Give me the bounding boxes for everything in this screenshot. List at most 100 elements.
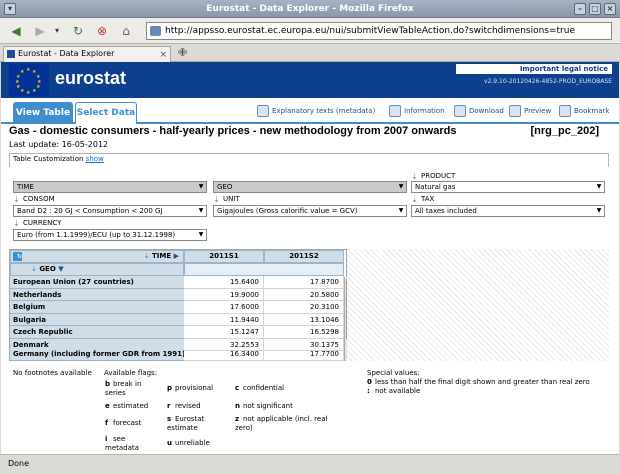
preview-button[interactable]: Preview bbox=[509, 104, 551, 118]
app-toolbar: View Table Select Data Explanatory texts… bbox=[1, 98, 619, 124]
time-axis-header[interactable]: ↻ ⇣ TIME ▶ bbox=[10, 250, 184, 263]
tax-label: ⇣ TAX bbox=[411, 195, 435, 204]
table-cell[interactable]: 17.6000 bbox=[184, 301, 264, 314]
page-content: ★ ★ ★ ★ ★ ★ ★ ★ ★ ★ ★ ★ eurostat Important leg… bbox=[1, 62, 619, 454]
close-tab-icon[interactable]: × bbox=[159, 48, 167, 62]
tab-select-data[interactable]: Select Data bbox=[75, 102, 137, 124]
flag-text: unreliable bbox=[175, 439, 210, 447]
expand-right-icon: ▶ bbox=[173, 252, 179, 260]
flags-title: Available flags: bbox=[104, 369, 158, 377]
tax-select[interactable]: All taxes included ▼ bbox=[411, 205, 605, 217]
flag-code: p bbox=[167, 384, 173, 392]
explanatory-texts-button[interactable]: Explanatory texts (metadata) bbox=[257, 104, 375, 118]
swap-axes-icon[interactable]: ↻ bbox=[13, 252, 22, 261]
chevron-down-icon: ▼ bbox=[58, 265, 64, 273]
flag-text: forecast bbox=[113, 419, 142, 427]
product-select[interactable]: Natural gas ▼ bbox=[411, 181, 605, 193]
flag-text: estimated bbox=[113, 402, 149, 410]
table-cell[interactable]: 16.5298 bbox=[264, 326, 344, 339]
currency-value: Euro (from 1.1.1999)/ECU (up to 31.12.19… bbox=[17, 231, 176, 239]
stop-icon[interactable]: ⊗ bbox=[92, 21, 112, 41]
unit-select[interactable]: Gigajoules (Gross calorific value = GCV)… bbox=[213, 205, 407, 217]
table-cell[interactable]: 19.9000 bbox=[184, 288, 264, 301]
maximize-icon[interactable]: □ bbox=[589, 3, 601, 15]
legal-notice-link[interactable]: Important legal notice bbox=[456, 64, 612, 74]
reload-icon[interactable]: ↻ bbox=[68, 21, 88, 41]
flag-e: e estimated bbox=[105, 402, 165, 411]
currency-select[interactable]: Euro (from 1.1.1999)/ECU (up to 31.12.19… bbox=[13, 229, 207, 241]
home-icon[interactable]: ⌂ bbox=[116, 21, 136, 41]
table-cell[interactable]: 20.5800 bbox=[264, 288, 344, 301]
dimension-arrow-icon: ⇣ bbox=[213, 195, 220, 204]
new-tab-icon[interactable]: ✙ bbox=[178, 46, 187, 59]
eu-flag-icon: ★ ★ ★ ★ ★ ★ ★ ★ ★ ★ ★ ★ bbox=[9, 64, 49, 96]
flag-p: p provisional bbox=[167, 384, 233, 393]
download-button[interactable]: Download bbox=[454, 104, 504, 118]
flag-r: r revised bbox=[167, 402, 233, 411]
row-label[interactable]: European Union (27 countries) bbox=[10, 276, 184, 289]
url-bar[interactable]: http://appsso.eurostat.ec.europa.eu/nui/… bbox=[146, 22, 612, 40]
flag-code: e bbox=[105, 402, 110, 410]
status-text: Done bbox=[8, 459, 30, 468]
bookmark-button[interactable]: Bookmark bbox=[559, 104, 609, 118]
column-subheader bbox=[184, 263, 344, 276]
consom-value: Band D2 : 20 GJ < Consumption < 200 GJ bbox=[17, 207, 163, 215]
flag-text: not significant bbox=[243, 402, 293, 410]
table-cell[interactable]: 13.1046 bbox=[264, 313, 344, 326]
table-cell[interactable]: 15.1247 bbox=[184, 326, 264, 339]
empty-area bbox=[347, 249, 609, 361]
geo-header-label: GEO bbox=[39, 265, 56, 273]
table-cell[interactable]: 15.6400 bbox=[184, 276, 264, 289]
minimize-icon[interactable]: – bbox=[574, 3, 586, 15]
flag-text: confidential bbox=[243, 384, 285, 392]
consom-label: ⇣ CONSOM bbox=[13, 195, 55, 204]
flag-f: f forecast bbox=[105, 419, 165, 428]
forward-icon[interactable]: ▶ bbox=[30, 21, 50, 41]
eurostat-banner: ★ ★ ★ ★ ★ ★ ★ ★ ★ ★ ★ ★ eurostat Important leg… bbox=[1, 62, 619, 98]
flag-code: z bbox=[235, 415, 240, 423]
row-label[interactable]: Netherlands bbox=[10, 288, 184, 301]
row-label[interactable]: Germany (including former GDR from 1991) bbox=[10, 348, 184, 361]
window-menu-icon[interactable]: ▾ bbox=[4, 3, 16, 15]
time-dimension-select[interactable]: TIME ▼ bbox=[13, 181, 207, 193]
time-header-label: TIME bbox=[152, 252, 172, 260]
flag-text: revised bbox=[175, 402, 201, 410]
table-cell[interactable]: 20.3100 bbox=[264, 301, 344, 314]
row-label[interactable]: Czech Republic bbox=[10, 326, 184, 339]
show-customization-link[interactable]: show bbox=[86, 155, 104, 163]
tab-view-table[interactable]: View Table bbox=[13, 102, 73, 124]
table-cell[interactable]: 11.9440 bbox=[184, 313, 264, 326]
browser-tab[interactable]: Eurostat - Data Explorer × bbox=[3, 46, 171, 62]
flag-c: c confidential bbox=[235, 384, 335, 393]
chevron-down-icon: ▼ bbox=[198, 207, 204, 214]
navigation-toolbar: ◀ ▶ ▾ ↻ ⊗ ⌂ http://appsso.eurostat.ec.eu… bbox=[0, 18, 620, 44]
dataset-title: Gas - domestic consumers - half-yearly p… bbox=[9, 125, 609, 137]
flag-code: i bbox=[105, 435, 108, 443]
version-text: v2.9.10-20120426-4852-PROD_EUROBASE bbox=[484, 78, 612, 85]
download-label: Download bbox=[469, 107, 504, 115]
column-header[interactable]: 2011S1 bbox=[184, 250, 264, 263]
history-dropdown-icon[interactable]: ▾ bbox=[52, 21, 62, 41]
close-window-icon[interactable]: × bbox=[604, 3, 616, 15]
tax-value: All taxes included bbox=[415, 207, 477, 215]
chevron-down-icon: ▼ bbox=[198, 183, 204, 190]
table-cell[interactable]: 16.3400 bbox=[184, 348, 264, 361]
chevron-down-icon: ▼ bbox=[596, 183, 602, 190]
back-icon[interactable]: ◀ bbox=[6, 21, 26, 41]
download-icon bbox=[454, 105, 466, 117]
special-text: less than half the final digit shown and… bbox=[375, 378, 590, 386]
flag-text: provisional bbox=[175, 384, 214, 392]
flag-text: not applicable (incl. real zero) bbox=[235, 415, 328, 432]
information-button[interactable]: Information bbox=[389, 104, 445, 118]
row-label[interactable]: Bulgaria bbox=[10, 313, 184, 326]
column-header[interactable]: 2011S2 bbox=[264, 250, 344, 263]
geo-dimension-select[interactable]: GEO ▼ bbox=[213, 181, 407, 193]
browser-tabbar: Eurostat - Data Explorer × ✙ bbox=[0, 44, 620, 62]
chevron-down-icon: ▼ bbox=[398, 207, 404, 214]
table-cell[interactable]: 17.8700 bbox=[264, 276, 344, 289]
row-label[interactable]: Belgium bbox=[10, 301, 184, 314]
eurostat-logo[interactable]: eurostat bbox=[55, 68, 126, 89]
table-cell[interactable]: 17.7700 bbox=[264, 348, 344, 361]
consom-select[interactable]: Band D2 : 20 GJ < Consumption < 200 GJ ▼ bbox=[13, 205, 207, 217]
geo-axis-header[interactable]: ⇣ GEO ▼ bbox=[10, 263, 184, 276]
